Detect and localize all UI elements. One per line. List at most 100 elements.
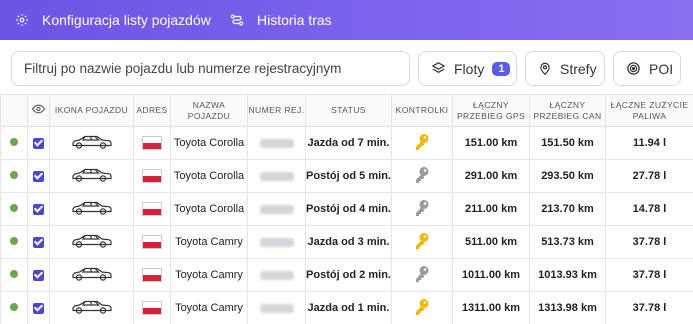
indicators-cell [391,159,453,193]
visibility-checkbox[interactable] [33,269,44,281]
table-row[interactable]: Toyota Corolla Postój od 5 min. 291.00 km 2… [0,159,693,193]
gear-icon [14,12,30,28]
online-status-dot [10,237,18,245]
col-gps-mileage[interactable]: Łączny przebieg GPS [452,94,530,127]
indicators-cell [391,258,453,292]
col-registration[interactable]: Numer rej. [247,94,306,127]
online-status-dot [10,303,18,311]
nav-route-history[interactable]: Historia tras [229,0,332,40]
table-row[interactable]: Toyota Camry Postój od 2 min. 1011.00 km 10… [0,258,693,292]
vehicle-icon-cell [49,258,134,292]
online-status-dot [10,171,18,179]
key-icon [414,232,430,253]
car-icon [71,168,113,186]
zones-button[interactable]: Strefy [525,51,605,86]
vehicle-name-cell: Toyota Corolla [170,192,248,226]
address-cell[interactable] [133,258,171,292]
online-status-cell [0,159,28,193]
online-status-cell [0,192,28,226]
table-row[interactable]: Toyota Camry Jazda od 1 min. 1311.00 km 131… [0,291,693,324]
fuel-usage-cell: 27.78 l [605,159,693,193]
vehicle-icon-cell [49,126,134,160]
registration-cell [247,291,306,324]
vehicle-icon-cell [49,291,134,324]
table-row[interactable]: Toyota Corolla Jazda od 7 min. 151.00 km 15… [0,126,693,160]
status-cell: Jazda od 3 min. [305,225,392,259]
vehicle-name-cell: Toyota Corolla [170,126,248,160]
registration-cell [247,258,306,292]
can-mileage-cell: 293.50 km [529,159,606,193]
eye-icon [31,104,46,116]
indicators-cell [391,291,453,324]
car-icon [71,300,113,318]
visibility-cell[interactable] [27,291,50,324]
vehicle-icon-cell [49,225,134,259]
online-status-dot [10,270,18,278]
fuel-usage-cell: 37.78 l [605,291,693,324]
visibility-cell[interactable] [27,225,50,259]
registration-redacted [259,303,294,313]
key-icon [414,265,430,286]
fuel-usage-cell: 11.94 l [605,126,693,160]
visibility-cell[interactable] [27,258,50,292]
vehicle-icon-cell [49,192,134,226]
registration-cell [247,126,306,160]
search-input[interactable]: Filtruj po nazwie pojazdu lub numerze re… [11,51,410,86]
visibility-cell[interactable] [27,126,50,160]
vehicle-name-cell: Toyota Camry [170,258,248,292]
visibility-checkbox[interactable] [33,137,44,149]
col-indicators[interactable]: Kontrolki [391,94,453,127]
col-visibility[interactable] [27,94,50,127]
status-cell: Postój od 5 min. [305,159,392,193]
online-status-cell [0,126,28,160]
gps-mileage-cell: 151.00 km [452,126,530,160]
col-vehicle-name[interactable]: Nazwa pojazdu [170,94,248,127]
visibility-checkbox[interactable] [33,170,44,182]
can-mileage-cell: 213.70 km [529,192,606,226]
table-header-row: Ikona pojazdu Adres Nazwa pojazdu Numer … [0,94,693,127]
key-icon [414,199,430,220]
table-row[interactable]: Toyota Corolla Postój od 4 min. 211.00 km 2… [0,192,693,226]
fuel-usage-cell: 37.78 l [605,258,693,292]
address-cell[interactable] [133,159,171,193]
visibility-checkbox[interactable] [33,203,44,215]
online-status-dot [10,138,18,146]
location-pin-icon [538,61,552,77]
poland-flag-icon [142,136,162,150]
table-row[interactable]: Toyota Camry Jazda od 3 min. 511.00 km 513.… [0,225,693,259]
address-cell[interactable] [133,126,171,160]
visibility-cell[interactable] [27,159,50,193]
nav-vehicle-list-config[interactable]: Konfiguracja listy pojazdów [14,0,211,40]
col-fuel-usage[interactable]: Łączne zużycie paliwa [605,94,693,127]
col-status[interactable]: Status [305,94,392,127]
online-status-cell [0,291,28,324]
nav-label: Historia tras [257,12,332,28]
gps-mileage-cell: 1011.00 km [452,258,530,292]
visibility-checkbox[interactable] [33,302,44,314]
indicators-cell [391,225,453,259]
registration-cell [247,159,306,193]
vehicle-name-cell: Toyota Camry [170,225,248,259]
registration-cell [247,192,306,226]
vehicle-table-container: Ikona pojazdu Adres Nazwa pojazdu Numer … [0,94,693,324]
poland-flag-icon [142,268,162,282]
poi-button[interactable]: POI [613,51,681,86]
visibility-checkbox[interactable] [33,236,44,248]
col-address[interactable]: Adres [133,94,171,127]
visibility-cell[interactable] [27,192,50,226]
address-cell[interactable] [133,225,171,259]
col-vehicle-icon[interactable]: Ikona pojazdu [49,94,134,127]
online-status-cell [0,225,28,259]
can-mileage-cell: 151.50 km [529,126,606,160]
address-cell[interactable] [133,192,171,226]
status-cell: Postój od 2 min. [305,258,392,292]
fleets-button[interactable]: Floty 1 [418,51,517,86]
col-can-mileage[interactable]: Łączny przebieg CAN [529,94,606,127]
poland-flag-icon [142,202,162,216]
online-status-dot [10,204,18,212]
car-icon [71,201,113,219]
can-mileage-cell: 513.73 km [529,225,606,259]
fuel-usage-cell: 37.78 l [605,225,693,259]
layers-icon [431,61,446,77]
address-cell[interactable] [133,291,171,324]
